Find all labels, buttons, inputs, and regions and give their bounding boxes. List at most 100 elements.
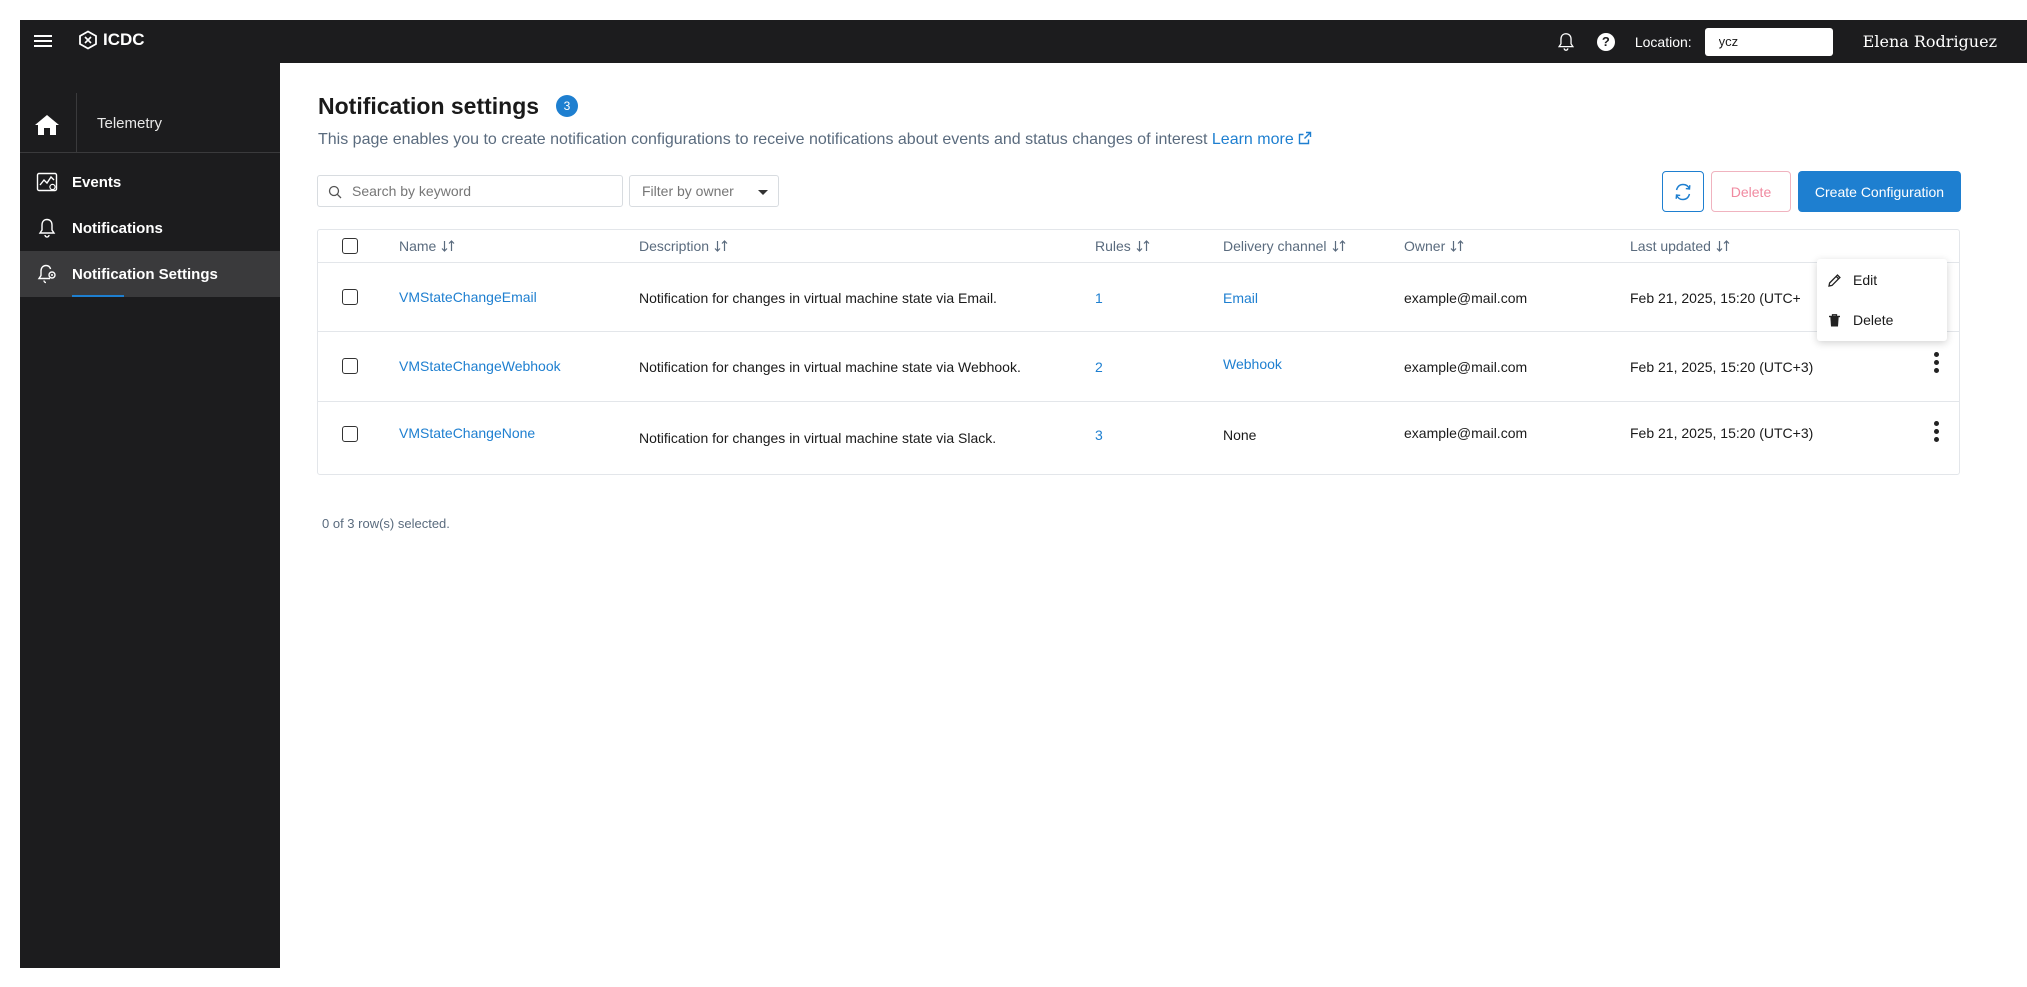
sidebar-home[interactable]: Telemetry xyxy=(20,93,280,153)
bell-icon[interactable] xyxy=(1555,31,1577,53)
column-header-description[interactable]: Description xyxy=(639,238,728,254)
pencil-icon xyxy=(1828,273,1841,287)
column-header-label: Rules xyxy=(1095,238,1131,254)
brand-name: ICDC xyxy=(103,30,145,49)
configurations-table: Name Description Rules Delivery channel … xyxy=(317,229,1960,475)
user-name[interactable]: Elena Rodriguez xyxy=(1863,32,1997,51)
home-divider xyxy=(76,93,77,153)
filter-by-owner-select[interactable]: Filter by owner xyxy=(629,175,779,207)
column-header-delivery-channel[interactable]: Delivery channel xyxy=(1223,238,1346,254)
sort-icon xyxy=(1332,240,1345,252)
last-updated: Feb 21, 2025, 15:20 (UTC+3) xyxy=(1630,290,1800,306)
learn-more-label: Learn more xyxy=(1211,131,1294,148)
sidebar: Telemetry Events Notifications Notificat… xyxy=(20,63,280,968)
top-bar: ICDC ? Location: Elena Rodriguez xyxy=(20,20,2027,63)
row-actions-kebab-icon[interactable] xyxy=(1932,352,1940,376)
delete-button[interactable]: Delete xyxy=(1711,171,1791,212)
column-header-rules[interactable]: Rules xyxy=(1095,238,1150,254)
app-frame: ICDC ? Location: Elena Rodriguez Telemet… xyxy=(20,20,2027,968)
delivery-channel-link[interactable]: Webhook xyxy=(1223,356,1282,372)
sort-icon xyxy=(1136,240,1150,252)
rules-count-link[interactable]: 1 xyxy=(1095,290,1103,306)
learn-more-link[interactable]: Learn more xyxy=(1212,131,1312,148)
bell-gear-icon xyxy=(37,264,56,284)
bell-icon xyxy=(38,218,56,238)
location-label: Location: xyxy=(1634,33,1692,50)
top-bar-right: ? Location: Elena Rodriguez xyxy=(1555,20,1997,63)
sort-icon xyxy=(1450,240,1464,252)
delivery-channel-link[interactable]: Email xyxy=(1223,290,1258,306)
column-header-label: Description xyxy=(639,238,710,254)
count-badge: 3 xyxy=(556,95,578,117)
column-header-name[interactable]: Name xyxy=(399,238,455,254)
sort-icon xyxy=(441,240,455,252)
sort-icon xyxy=(1716,240,1730,252)
row-checkbox[interactable] xyxy=(342,289,358,305)
rules-count-link[interactable]: 2 xyxy=(1095,359,1103,375)
search-icon xyxy=(328,185,342,199)
location-input[interactable] xyxy=(1704,27,1833,56)
trash-icon xyxy=(1829,313,1840,326)
config-description: Notification for changes in virtual mach… xyxy=(639,430,997,446)
sidebar-item-events[interactable]: Events xyxy=(20,159,280,205)
config-description: Notification for changes in virtual mach… xyxy=(639,290,997,306)
hamburger-menu-icon[interactable] xyxy=(34,32,52,50)
menu-item-label: Delete xyxy=(1853,312,1894,328)
column-header-label: Owner xyxy=(1404,238,1446,254)
page-title: Notification settings xyxy=(318,93,540,119)
refresh-button[interactable] xyxy=(1662,171,1704,212)
row-checkbox[interactable] xyxy=(342,426,358,442)
brand-logo[interactable]: ICDC xyxy=(78,30,145,50)
page-description: This page enables you to create notifica… xyxy=(318,131,1312,149)
config-description: Notification for changes in virtual mach… xyxy=(639,359,1021,375)
sidebar-item-label: Events xyxy=(72,173,122,191)
create-configuration-button[interactable]: Create Configuration xyxy=(1798,171,1961,212)
menu-item-edit[interactable]: Edit xyxy=(1817,262,1947,298)
column-header-label: Last updated xyxy=(1630,238,1711,254)
row-checkbox[interactable] xyxy=(342,358,358,374)
column-header-label: Delivery channel xyxy=(1223,238,1327,254)
table-header: Name Description Rules Delivery channel … xyxy=(318,230,1959,263)
selected-rows-count: 0 of 3 row(s) selected. xyxy=(322,516,450,531)
column-header-owner[interactable]: Owner xyxy=(1404,238,1464,254)
table-row[interactable]: VMStateChangeEmail Notification for chan… xyxy=(318,263,1959,332)
menu-item-label: Edit xyxy=(1853,272,1878,288)
config-name-link[interactable]: VMStateChangeNone xyxy=(399,425,535,441)
sidebar-item-notifications[interactable]: Notifications xyxy=(20,205,280,251)
table-row[interactable]: VMStateChangeNone Notification for chang… xyxy=(318,402,1959,474)
filter-by-owner-label: Filter by owner xyxy=(642,183,734,199)
last-updated: Feb 21, 2025, 15:20 (UTC+3) xyxy=(1630,359,1814,375)
row-actions-kebab-icon[interactable] xyxy=(1932,421,1940,445)
page-description-text: This page enables you to create notifica… xyxy=(318,131,1208,148)
home-icon[interactable] xyxy=(34,113,60,137)
select-all-checkbox[interactable] xyxy=(342,238,358,254)
column-header-last-updated[interactable]: Last updated xyxy=(1630,238,1730,254)
config-name-link[interactable]: VMStateChangeWebhook xyxy=(399,358,561,374)
active-indicator xyxy=(72,295,124,297)
sidebar-item-label: Notification Settings xyxy=(72,265,218,283)
column-header-label: Name xyxy=(399,238,437,254)
menu-item-delete[interactable]: Delete xyxy=(1817,302,1947,338)
table-row[interactable]: VMStateChangeWebhook Notification for ch… xyxy=(318,332,1959,402)
row-actions-menu: Edit Delete xyxy=(1817,259,1947,341)
rules-count-link[interactable]: 3 xyxy=(1095,427,1103,443)
search-box xyxy=(317,175,623,207)
owner-email: example@mail.com xyxy=(1404,359,1528,375)
sidebar-item-label: Notifications xyxy=(72,219,163,237)
chevron-down-icon xyxy=(758,190,768,195)
owner-email: example@mail.com xyxy=(1404,290,1528,306)
help-icon[interactable]: ? xyxy=(1596,32,1615,51)
sidebar-item-notification-settings[interactable]: Notification Settings xyxy=(20,251,280,297)
delivery-channel: None xyxy=(1223,427,1257,443)
brand-logo-icon xyxy=(79,30,97,50)
search-input[interactable] xyxy=(318,176,622,206)
events-chart-icon xyxy=(36,172,58,192)
owner-email: example@mail.com xyxy=(1404,425,1528,441)
config-name-link[interactable]: VMStateChangeEmail xyxy=(399,289,537,305)
sort-icon xyxy=(714,240,728,252)
last-updated: Feb 21, 2025, 15:20 (UTC+3) xyxy=(1630,425,1814,441)
sidebar-home-label: Telemetry xyxy=(97,115,163,132)
main-content: Notification settings 3 This page enable… xyxy=(280,63,2027,968)
refresh-icon xyxy=(1675,183,1691,200)
external-link-icon xyxy=(1298,131,1311,145)
